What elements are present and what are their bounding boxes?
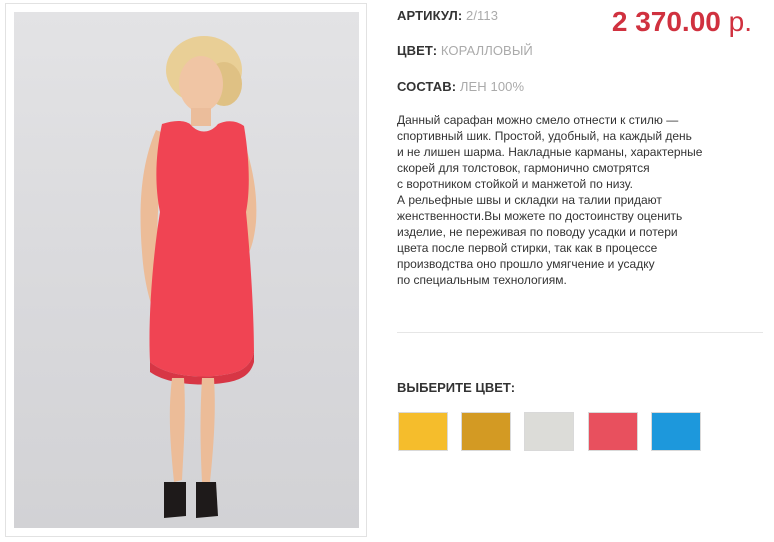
color-swatch-yellow[interactable] xyxy=(398,412,448,451)
description-line: производства оно прошло умягчение и усад… xyxy=(397,257,655,271)
description-line: по специальным технологиям. xyxy=(397,273,567,287)
divider xyxy=(397,332,763,333)
composition-key: СОСТАВ: xyxy=(397,79,457,94)
color-swatch-blue[interactable] xyxy=(651,412,701,451)
price-amount: 2 370.00 xyxy=(611,6,721,37)
article-key: АРТИКУЛ: xyxy=(397,8,463,23)
color-value: КОРАЛЛОВЫЙ xyxy=(440,43,533,58)
composition-row: СОСТАВ: ЛЕН 100% xyxy=(397,79,524,94)
color-swatch-coral[interactable] xyxy=(588,412,638,451)
description-line: с воротником стойкой и манжетой по низу. xyxy=(397,177,633,191)
price: 2 370.00 р. xyxy=(560,6,752,38)
description-line: и не лишен шарма. Накладные карманы, хар… xyxy=(397,145,703,159)
color-swatch-light-grey[interactable] xyxy=(524,412,574,451)
description-line: Данный сарафан можно смело отнести к сти… xyxy=(397,113,679,127)
color-row: ЦВЕТ: КОРАЛЛОВЫЙ xyxy=(397,43,533,58)
product-description: Данный сарафан можно смело отнести к сти… xyxy=(397,112,757,288)
product-photo-frame xyxy=(5,3,367,537)
description-line: цвета после первой стирки, так как в про… xyxy=(397,241,658,255)
article-row: АРТИКУЛ: 2/113 xyxy=(397,8,498,23)
article-value: 2/113 xyxy=(466,8,499,23)
description-line: А рельефные швы и складки на талии прида… xyxy=(397,193,662,207)
product-photo[interactable] xyxy=(14,12,359,528)
composition-value: ЛЕН 100% xyxy=(459,79,525,94)
description-line: женственности.Вы можете по достоинству о… xyxy=(397,209,683,223)
description-line: спортивный шик. Простой, удобный, на каж… xyxy=(397,129,692,143)
model-illustration xyxy=(140,36,257,518)
color-key: ЦВЕТ: xyxy=(397,43,438,58)
choose-color-title: ВЫБЕРИТЕ ЦВЕТ: xyxy=(397,380,516,395)
color-swatch-mustard[interactable] xyxy=(461,412,511,451)
price-currency: р. xyxy=(728,6,752,37)
description-line: скорей для толстовок, гармонично смотрят… xyxy=(397,161,650,175)
description-line: изделие, не переживая по поводу усадки и… xyxy=(397,225,678,239)
